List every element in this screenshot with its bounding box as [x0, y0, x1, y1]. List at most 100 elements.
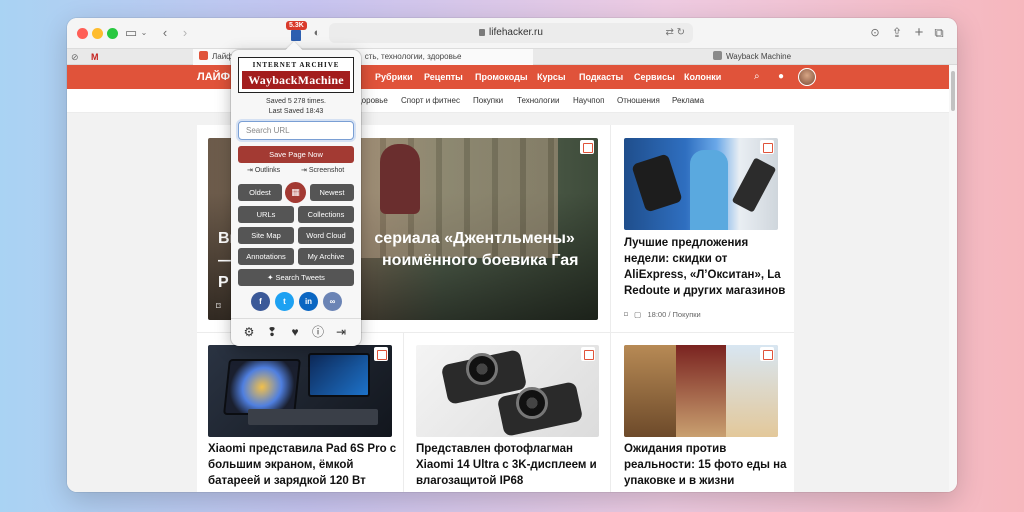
subnav-item[interactable]: доровье: [357, 89, 388, 113]
my-archive-button[interactable]: My Archive: [298, 248, 354, 265]
translate-reload-icons[interactable]: ⇄ ↻: [665, 23, 685, 43]
article-category[interactable]: Покупки: [673, 310, 701, 319]
nav-item[interactable]: Промокоды: [475, 65, 528, 89]
nav-item[interactable]: Рубрики: [375, 65, 413, 89]
wayback-logo-top: INTERNET ARCHIVE: [252, 61, 340, 69]
urls-button[interactable]: URLs: [238, 206, 294, 223]
column-divider: [610, 332, 611, 492]
food-article-title[interactable]: Ожидания против реальности: 15 фото еды …: [624, 441, 790, 489]
close-window-button[interactable]: [77, 28, 88, 39]
article-bookmark-icon[interactable]: [760, 347, 774, 361]
subnav-item[interactable]: Спорт и фитнес: [401, 89, 460, 113]
sidebar-toggle-icon[interactable]: ▭: [124, 24, 138, 42]
screenshot-checkbox[interactable]: ⇥ Screenshot: [301, 165, 344, 177]
forward-icon[interactable]: ›: [179, 24, 191, 42]
linkedin-share-icon[interactable]: in: [299, 292, 318, 311]
gmail-icon[interactable]: M: [91, 49, 99, 65]
article-bookmark-icon[interactable]: [581, 347, 595, 361]
browser-toolbar: ▭ ⌄ ‹ › 5.3K ◐ lifehacker.ru ⇄ ↻ ⊙ ⇪ + ⧉: [67, 18, 957, 48]
bookmark-icon[interactable]: ⌑: [624, 310, 628, 319]
avatar[interactable]: [798, 68, 816, 86]
calendar-icon[interactable]: ▦: [285, 182, 306, 203]
subnav-item[interactable]: Реклама: [672, 89, 704, 113]
subnav-item[interactable]: Научпоп: [573, 89, 604, 113]
sub-navigation: доровье Спорт и фитнес Покупки Технологи…: [67, 89, 949, 113]
search-tweets-label: Search Tweets: [275, 273, 325, 282]
address-bar[interactable]: lifehacker.ru ⇄ ↻: [329, 23, 693, 43]
xiaomi-14-title[interactable]: Представлен фотофлагман Xiaomi 14 Ultra …: [416, 441, 602, 489]
nav-item[interactable]: Рецепты: [424, 65, 463, 89]
tshirt-person: [690, 150, 728, 230]
outlinks-checkbox[interactable]: ⇥ Outlinks: [247, 165, 280, 177]
laptop-screen: [308, 353, 370, 397]
save-page-now-button[interactable]: Save Page Now: [238, 146, 354, 163]
twitter-share-icon[interactable]: t: [275, 292, 294, 311]
deals-article-meta: ⌑ ▢ 18:00 / Покупки: [624, 310, 701, 319]
nav-item[interactable]: Подкасты: [579, 65, 623, 89]
nav-item[interactable]: Сервисы: [634, 65, 675, 89]
lock-icon: [479, 29, 486, 36]
bookmark-icon[interactable]: ⌑: [216, 301, 221, 312]
word-cloud-button[interactable]: Word Cloud: [298, 227, 354, 244]
xiaomi-pad-image[interactable]: [208, 345, 392, 437]
nav-item[interactable]: Колонки: [684, 65, 721, 89]
tab-overview-icon[interactable]: ⧉: [933, 24, 945, 42]
food-photo-1: [624, 345, 676, 437]
xiaomi-pad-title[interactable]: Xiaomi представила Pad 6S Pro с большим …: [208, 441, 400, 489]
new-tab-icon[interactable]: +: [913, 24, 925, 42]
article-bookmark-icon[interactable]: [374, 347, 388, 361]
copy-link-icon[interactable]: ∞: [323, 292, 342, 311]
site-map-button[interactable]: Site Map: [238, 227, 294, 244]
article-bookmark-icon[interactable]: [580, 140, 594, 154]
notification-bell-icon[interactable]: ●: [778, 65, 784, 89]
settings-gear-icon[interactable]: ⚙: [241, 324, 257, 340]
oldest-button[interactable]: Oldest: [238, 184, 282, 201]
share-icon[interactable]: ⇪: [891, 24, 903, 42]
xiaomi-14-image[interactable]: [416, 345, 599, 437]
screenshot-icon: ⇥: [301, 167, 309, 174]
outlinks-icon: ⇥: [247, 167, 255, 174]
search-url-input[interactable]: Search URL: [238, 121, 354, 140]
subnav-item[interactable]: Покупки: [473, 89, 503, 113]
camera-module: [466, 353, 498, 385]
archive-favicon: [713, 51, 722, 60]
subnav-item[interactable]: Технологии: [517, 89, 559, 113]
login-icon[interactable]: ⇥: [333, 324, 349, 340]
downloads-icon[interactable]: ⊙: [869, 24, 881, 42]
privacy-shield-icon[interactable]: ◐: [311, 24, 323, 42]
food-article-image[interactable]: [624, 345, 778, 437]
safari-compass-icon[interactable]: ⊘: [71, 49, 79, 65]
donate-heart-icon[interactable]: ♥: [287, 324, 303, 340]
comment-icon[interactable]: ▢: [634, 310, 641, 319]
main-content: Вь сериала «Джентльмены» — ноимённого боев…: [67, 113, 949, 492]
wayback-extension-icon[interactable]: [291, 30, 301, 41]
last-saved-text: Last Saved 18:43: [268, 108, 324, 115]
page-scrollbar[interactable]: [949, 65, 957, 492]
site-header: ЛАЙФ Рубрики Рецепты Промокоды Курсы Под…: [67, 65, 949, 89]
keyboard: [248, 409, 378, 425]
subnav-item[interactable]: Отношения: [617, 89, 660, 113]
wayback-logo: INTERNET ARCHIVE WaybackMachine: [238, 57, 354, 93]
minimize-window-button[interactable]: [92, 28, 103, 39]
info-icon[interactable]: ⓘ: [310, 324, 326, 340]
tab-wayback[interactable]: Wayback Machine: [707, 49, 947, 65]
newest-button[interactable]: Newest: [310, 184, 354, 201]
tool: [731, 157, 777, 213]
article-bookmark-icon[interactable]: [760, 140, 774, 154]
zoom-window-button[interactable]: [107, 28, 118, 39]
popup-divider: [231, 318, 361, 319]
back-icon[interactable]: ‹: [159, 24, 171, 42]
scroll-thumb[interactable]: [951, 71, 955, 111]
chevron-down-icon[interactable]: ⌄: [140, 24, 148, 42]
feedback-icon[interactable]: ❢: [264, 324, 280, 340]
nav-item[interactable]: Курсы: [537, 65, 566, 89]
deals-article-image[interactable]: [624, 138, 778, 230]
facebook-share-icon[interactable]: f: [251, 292, 270, 311]
deals-article-title[interactable]: Лучшие предложения недели: скидки от Ali…: [624, 235, 790, 299]
annotations-button[interactable]: Annotations: [238, 248, 294, 265]
site-logo[interactable]: ЛАЙФ: [197, 65, 230, 89]
collections-button[interactable]: Collections: [298, 206, 354, 223]
search-tweets-button[interactable]: ✦ Search Tweets: [238, 269, 354, 286]
search-icon[interactable]: ⌕: [754, 65, 760, 89]
wayback-logo-main: WaybackMachine: [242, 71, 350, 89]
